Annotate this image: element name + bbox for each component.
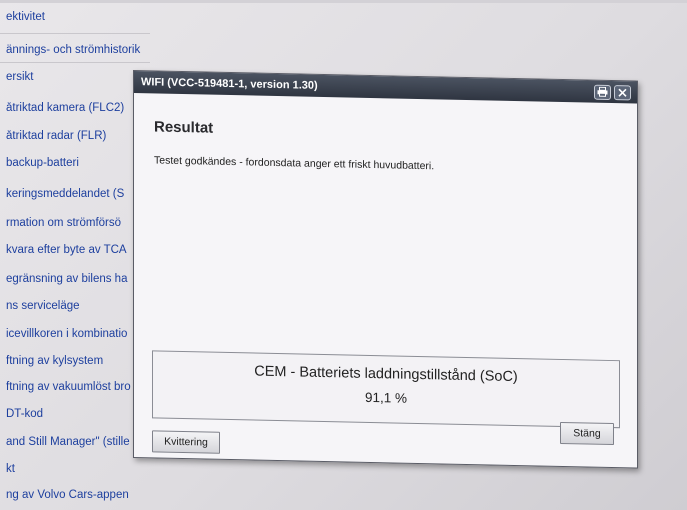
bg-link-7[interactable]: keringsmeddelandet (S bbox=[6, 188, 151, 200]
result-dialog: WIFI (VCC-519481-1, version 1.30) Result… bbox=[133, 70, 638, 469]
soc-label: CEM - Batteriets laddningstillstånd (SoC… bbox=[254, 363, 518, 386]
bg-link-5[interactable]: åtriktad radar (FLR) bbox=[6, 130, 151, 142]
background-link-list: ektivitet ännings- och strömhistorik ers… bbox=[0, 0, 150, 510]
bg-link-8[interactable]: rmation om strömförsö bbox=[6, 217, 151, 229]
bg-link-4[interactable]: åtriktad kamera (FLC2) bbox=[6, 102, 151, 114]
close-button[interactable]: Stäng bbox=[560, 421, 614, 446]
bg-link-10[interactable]: egränsning av bilens ha bbox=[6, 273, 151, 285]
soc-result-box: CEM - Batteriets laddningstillstånd (SoC… bbox=[152, 350, 620, 429]
bg-link-14[interactable]: ftning av vakuumlöst bro bbox=[6, 381, 151, 393]
bg-link-18[interactable]: ng av Volvo Cars-appen bbox=[6, 489, 151, 501]
bg-link-6[interactable]: backup-batteri bbox=[6, 157, 151, 169]
divider bbox=[0, 62, 150, 63]
result-message: Testet godkändes - fordonsdata anger ett… bbox=[154, 154, 435, 173]
bg-link-1[interactable]: ektivitet bbox=[6, 11, 151, 23]
bg-link-12[interactable]: icevillkoren i kombinatio bbox=[6, 328, 151, 340]
bg-link-16[interactable]: and Still Manager" (stille bbox=[6, 436, 151, 448]
bg-link-13[interactable]: ftning av kylsystem bbox=[6, 355, 151, 367]
bg-link-11[interactable]: ns serviceläge bbox=[6, 300, 151, 312]
divider bbox=[0, 33, 150, 34]
dialog-titlebar[interactable]: WIFI (VCC-519481-1, version 1.30) bbox=[134, 71, 637, 104]
soc-value: 91,1 % bbox=[364, 389, 408, 406]
close-icon[interactable] bbox=[614, 85, 631, 101]
dialog-heading: Resultat bbox=[154, 118, 214, 137]
acknowledge-button[interactable]: Kvittering bbox=[152, 430, 220, 454]
bg-link-9[interactable]: kvara efter byte av TCA bbox=[6, 244, 151, 256]
dialog-title: WIFI (VCC-519481-1, version 1.30) bbox=[141, 76, 318, 92]
print-icon[interactable] bbox=[594, 84, 611, 101]
bg-link-3[interactable]: ersikt bbox=[6, 71, 151, 83]
bg-link-2[interactable]: ännings- och strömhistorik bbox=[6, 44, 206, 56]
bg-link-15[interactable]: DT-kod bbox=[6, 408, 151, 420]
bg-link-17[interactable]: kt bbox=[6, 463, 151, 475]
